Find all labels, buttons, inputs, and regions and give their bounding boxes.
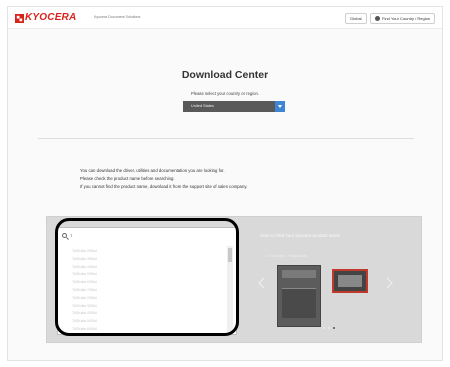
logo-text[interactable]: KYOCERA [25,12,76,23]
logo-subtitle: Kyocera Document Solutions [94,15,141,19]
carousel-dot[interactable] [328,327,330,329]
printer-top [282,270,316,278]
chevron-right-icon[interactable] [381,277,393,289]
help-title: How to Find Your kyocera product name [260,233,341,238]
section-divider [38,138,414,139]
kyocera-logo-icon[interactable] [15,14,24,23]
country-select-button[interactable] [275,101,285,112]
chevron-left-icon[interactable] [258,277,270,289]
printer-tray [282,288,316,318]
instruction-line: You can download the driver, utilities a… [80,168,225,173]
globe-icon [375,16,380,21]
country-select-value: United States [191,104,214,108]
page-title: Download Center [181,69,269,81]
printer-image [277,265,321,327]
site-header: KYOCERA Kyocera Document Solutions Globa… [8,7,442,29]
carousel-dot-active[interactable] [333,327,335,329]
instructions: You can download the driver, utilities a… [80,167,247,191]
chevron-down-icon [278,105,282,108]
slide-caption: 1. Go to step 1. Product label [265,254,307,258]
instruction-line: If you cannot find the product name, dow… [80,184,248,189]
carousel-dots [323,327,335,329]
instruction-line: Please check the product name before sea… [80,176,175,181]
product-label-image [332,269,368,293]
country-select[interactable]: United States [183,101,285,112]
highlight-outline [55,218,239,336]
page-subtitle: Please select your country or region. [191,91,259,96]
product-label-detail [338,275,362,287]
find-region-button[interactable]: Find Your Country / Region [370,13,436,24]
find-region-label: Find Your Country / Region [382,16,431,21]
global-button[interactable]: Global [345,13,367,24]
carousel-dot[interactable] [323,327,325,329]
